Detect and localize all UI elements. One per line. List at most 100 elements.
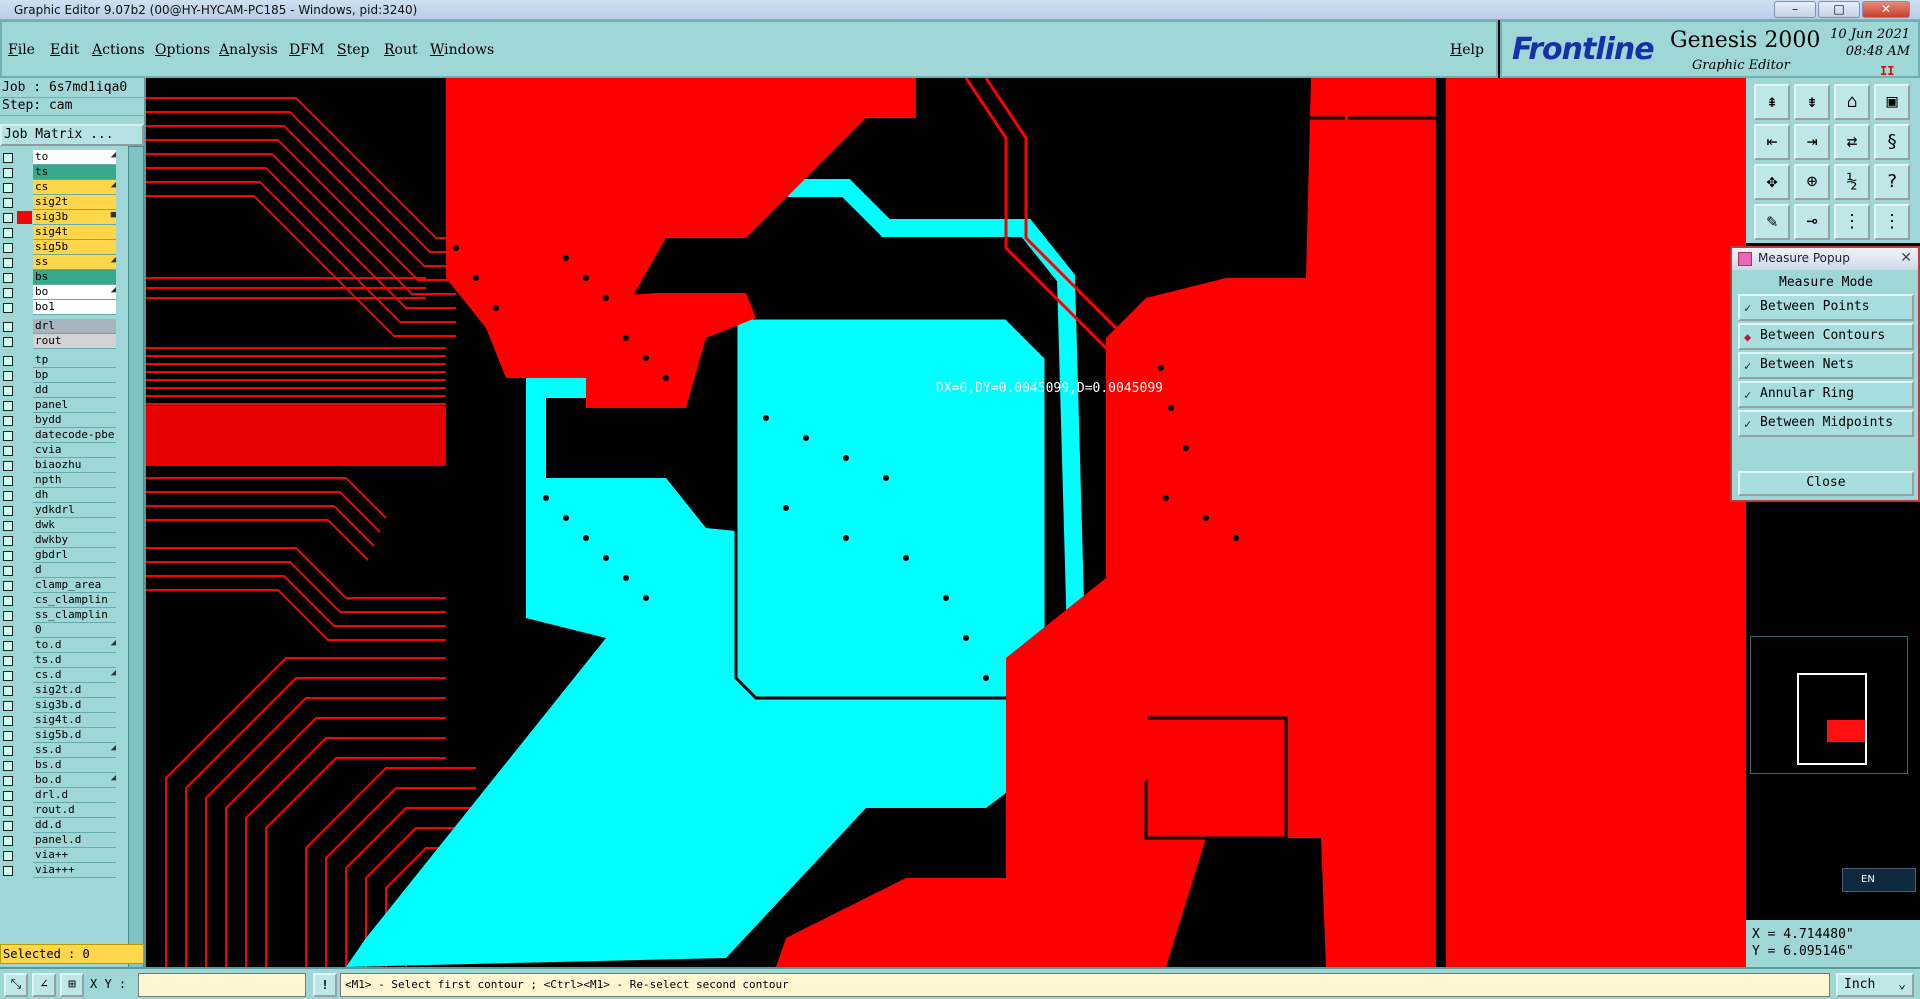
layer-color-swatch[interactable] bbox=[17, 369, 32, 382]
angle-snap-icon[interactable]: ∠ bbox=[32, 973, 56, 997]
layer-checkbox[interactable] bbox=[3, 701, 13, 711]
layer-color-swatch[interactable] bbox=[17, 166, 32, 179]
layer-row[interactable]: biaozhu bbox=[0, 458, 118, 473]
fit-page-icon[interactable]: ▣ bbox=[1874, 84, 1910, 120]
option-annular-ring[interactable]: ✓ Annular Ring bbox=[1738, 381, 1914, 408]
home-up-icon[interactable]: ⇞ bbox=[1754, 84, 1790, 120]
layer-color-swatch[interactable] bbox=[17, 414, 32, 427]
layer-color-swatch[interactable] bbox=[17, 301, 32, 314]
graphic-canvas[interactable]: DX=0,DY=0.0045099,D=0.0045099 bbox=[146, 78, 1746, 967]
popup-title-bar[interactable]: Measure Popup ✕ bbox=[1732, 248, 1918, 270]
layer-checkbox[interactable] bbox=[3, 506, 13, 516]
xy-input[interactable] bbox=[138, 973, 306, 997]
layer-color-swatch[interactable] bbox=[17, 444, 32, 457]
layer-color-swatch[interactable] bbox=[17, 639, 32, 652]
layer-color-swatch[interactable] bbox=[17, 241, 32, 254]
layer-color-swatch[interactable] bbox=[17, 714, 32, 727]
layer-checkbox[interactable] bbox=[3, 416, 13, 426]
layer-checkbox[interactable] bbox=[3, 476, 13, 486]
layer-checkbox[interactable] bbox=[3, 401, 13, 411]
layer-checkbox[interactable] bbox=[3, 791, 13, 801]
layer-row[interactable]: drl bbox=[0, 319, 118, 334]
layer-row[interactable]: bo1 bbox=[0, 300, 118, 315]
layer-color-swatch[interactable] bbox=[17, 549, 32, 562]
layer-checkbox[interactable] bbox=[3, 656, 13, 666]
layer-color-swatch[interactable] bbox=[17, 320, 32, 333]
layer-color-swatch[interactable] bbox=[17, 654, 32, 667]
layer-checkbox[interactable] bbox=[3, 243, 13, 253]
layer-checkbox[interactable] bbox=[3, 866, 13, 876]
layer-row[interactable]: bs.d bbox=[0, 758, 118, 773]
layer-color-swatch[interactable] bbox=[17, 519, 32, 532]
layer-checkbox[interactable] bbox=[3, 183, 13, 193]
layer-color-swatch[interactable] bbox=[17, 564, 32, 577]
layer-row[interactable]: datecode-pbe bbox=[0, 428, 118, 443]
layer-checkbox[interactable] bbox=[3, 446, 13, 456]
layer-checkbox[interactable] bbox=[3, 337, 13, 347]
layer-checkbox[interactable] bbox=[3, 303, 13, 313]
layer-row[interactable]: cvia bbox=[0, 443, 118, 458]
layer-checkbox[interactable] bbox=[3, 491, 13, 501]
layer-checkbox[interactable] bbox=[3, 386, 13, 396]
layer-row[interactable]: tp bbox=[0, 353, 118, 368]
pause-indicator[interactable]: II bbox=[1880, 64, 1894, 78]
layer-checkbox[interactable] bbox=[3, 776, 13, 786]
layer-color-swatch[interactable] bbox=[17, 181, 32, 194]
overview-map[interactable] bbox=[1750, 636, 1908, 774]
layer-row[interactable]: panel.d bbox=[0, 833, 118, 848]
menu-windows[interactable]: Windows bbox=[430, 42, 494, 58]
zoom-1to2-icon[interactable]: ½ bbox=[1834, 164, 1870, 200]
mirror-icon[interactable]: ⇄ bbox=[1834, 124, 1870, 160]
layer-color-swatch[interactable] bbox=[17, 684, 32, 697]
layer-checkbox[interactable] bbox=[3, 611, 13, 621]
layer-checkbox[interactable] bbox=[3, 198, 13, 208]
layer-color-swatch[interactable] bbox=[17, 489, 32, 502]
layer-checkbox[interactable] bbox=[3, 228, 13, 238]
layer-color-swatch[interactable] bbox=[17, 286, 32, 299]
units-selector[interactable]: Inch ⌄ bbox=[1836, 973, 1914, 997]
layer-color-swatch[interactable] bbox=[17, 849, 32, 862]
layer-color-swatch[interactable] bbox=[17, 834, 32, 847]
layer-row[interactable]: sig3b ■ bbox=[0, 210, 118, 225]
menu-analysis[interactable]: Analysis bbox=[219, 42, 278, 58]
layer-checkbox[interactable] bbox=[3, 566, 13, 576]
layer-checkbox[interactable] bbox=[3, 596, 13, 606]
layer-checkbox[interactable] bbox=[3, 356, 13, 366]
layer-checkbox[interactable] bbox=[3, 626, 13, 636]
layer-checkbox[interactable] bbox=[3, 836, 13, 846]
option-between-points[interactable]: ✓ Between Points bbox=[1738, 294, 1914, 321]
layer-checkbox[interactable] bbox=[3, 168, 13, 178]
layer-color-swatch[interactable] bbox=[17, 759, 32, 772]
layer-color-swatch[interactable] bbox=[17, 534, 32, 547]
layer-row[interactable]: dwk bbox=[0, 518, 118, 533]
layer-row[interactable]: sig5b bbox=[0, 240, 118, 255]
layer-checkbox[interactable] bbox=[3, 322, 13, 332]
language-indicator[interactable]: EN bbox=[1842, 868, 1916, 892]
popup-close-icon[interactable]: ✕ bbox=[1900, 248, 1912, 268]
grid-icon[interactable]: ⊞ bbox=[60, 973, 84, 997]
layer-checkbox[interactable] bbox=[3, 716, 13, 726]
layer-color-swatch[interactable] bbox=[17, 459, 32, 472]
menu-help[interactable]: Help bbox=[1450, 42, 1484, 58]
layer-color-swatch[interactable] bbox=[17, 211, 32, 224]
layer-color-swatch[interactable] bbox=[17, 744, 32, 757]
option-between-contours[interactable]: ◆ Between Contours bbox=[1738, 323, 1914, 350]
layer-checkbox[interactable] bbox=[3, 806, 13, 816]
layer-row[interactable]: sig4t bbox=[0, 225, 118, 240]
layer-row[interactable]: clamp_area bbox=[0, 578, 118, 593]
layer-color-swatch[interactable] bbox=[17, 196, 32, 209]
menu-options[interactable]: Options bbox=[155, 42, 210, 58]
layer-checkbox[interactable] bbox=[3, 536, 13, 546]
layer-row[interactable]: sig5b.d bbox=[0, 728, 118, 743]
layer-list-scrollbar[interactable] bbox=[128, 146, 144, 999]
layer-row[interactable]: cs.d ◢ bbox=[0, 668, 118, 683]
layer-row[interactable]: dd.d bbox=[0, 818, 118, 833]
layer-color-swatch[interactable] bbox=[17, 384, 32, 397]
snap-icon[interactable]: § bbox=[1874, 124, 1910, 160]
layer-color-swatch[interactable] bbox=[17, 699, 32, 712]
layer-checkbox[interactable] bbox=[3, 686, 13, 696]
maximize-button[interactable]: □ bbox=[1818, 1, 1860, 18]
job-matrix-button[interactable]: Job Matrix ... bbox=[0, 124, 144, 146]
layer-row[interactable]: rout bbox=[0, 334, 118, 349]
layer-checkbox[interactable] bbox=[3, 761, 13, 771]
